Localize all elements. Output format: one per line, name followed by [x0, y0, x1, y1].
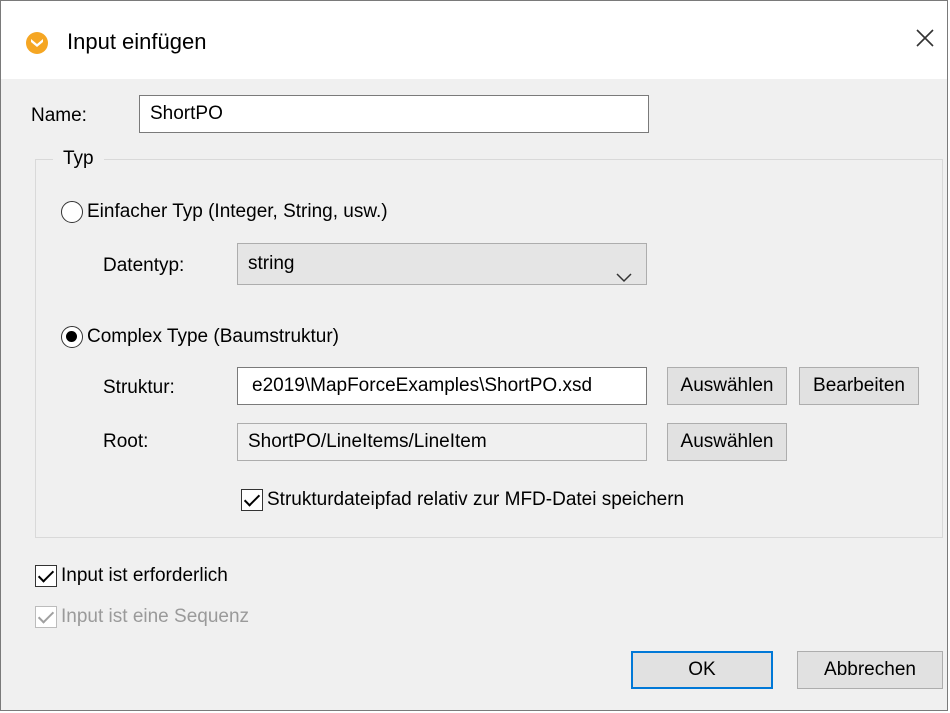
type-group-legend: Typ — [53, 148, 104, 170]
cancel-button[interactable]: Abbrechen — [797, 651, 943, 689]
window-title: Input einfügen — [67, 29, 207, 54]
relative-path-checkbox[interactable] — [241, 489, 263, 511]
simple-type-radio[interactable]: Einfacher Typ (Integer, String, usw.) — [61, 201, 388, 223]
insert-input-dialog: Input einfügen Name: ShortPO Typ Einfach… — [0, 0, 948, 711]
name-input[interactable]: ShortPO — [139, 95, 649, 133]
required-label: Input ist erforderlich — [61, 565, 228, 586]
datatype-label: Datentyp: — [103, 255, 185, 276]
required-checkbox-row[interactable]: Input ist erforderlich — [35, 565, 228, 587]
complex-type-radio-button[interactable] — [61, 326, 83, 348]
root-select-button[interactable]: Auswählen — [667, 423, 787, 461]
name-label: Name: — [31, 105, 87, 126]
root-label: Root: — [103, 431, 149, 452]
title-bar: Input einfügen — [1, 1, 947, 79]
sequence-checkbox — [35, 606, 57, 628]
dialog-body: Name: ShortPO Typ Einfacher Typ (Integer… — [1, 79, 947, 710]
mapforce-app-icon — [25, 31, 49, 55]
sequence-checkbox-row: Input ist eine Sequenz — [35, 606, 249, 628]
close-icon — [914, 27, 936, 55]
datatype-value: string — [248, 253, 295, 274]
sequence-label: Input ist eine Sequenz — [61, 606, 250, 627]
ok-button[interactable]: OK — [631, 651, 773, 689]
simple-type-radio-button[interactable] — [61, 201, 83, 223]
simple-type-label: Einfacher Typ (Integer, String, usw.) — [87, 201, 388, 222]
structure-edit-button[interactable]: Bearbeiten — [799, 367, 919, 405]
datatype-select[interactable]: string — [237, 243, 647, 285]
structure-path-input[interactable]: e2019\MapForceExamples\ShortPO.xsd — [237, 367, 647, 405]
complex-type-radio[interactable]: Complex Type (Baumstruktur) — [61, 326, 339, 348]
complex-type-label: Complex Type (Baumstruktur) — [87, 326, 340, 347]
required-checkbox[interactable] — [35, 565, 57, 587]
structure-label: Struktur: — [103, 377, 175, 398]
relative-path-label: Strukturdateipfad relativ zur MFD-Datei … — [267, 489, 685, 510]
close-button[interactable] — [907, 23, 943, 59]
relative-path-checkbox-row[interactable]: Strukturdateipfad relativ zur MFD-Datei … — [241, 489, 684, 511]
chevron-down-icon — [616, 258, 632, 298]
root-input: ShortPO/LineItems/LineItem — [237, 423, 647, 461]
structure-select-button[interactable]: Auswählen — [667, 367, 787, 405]
